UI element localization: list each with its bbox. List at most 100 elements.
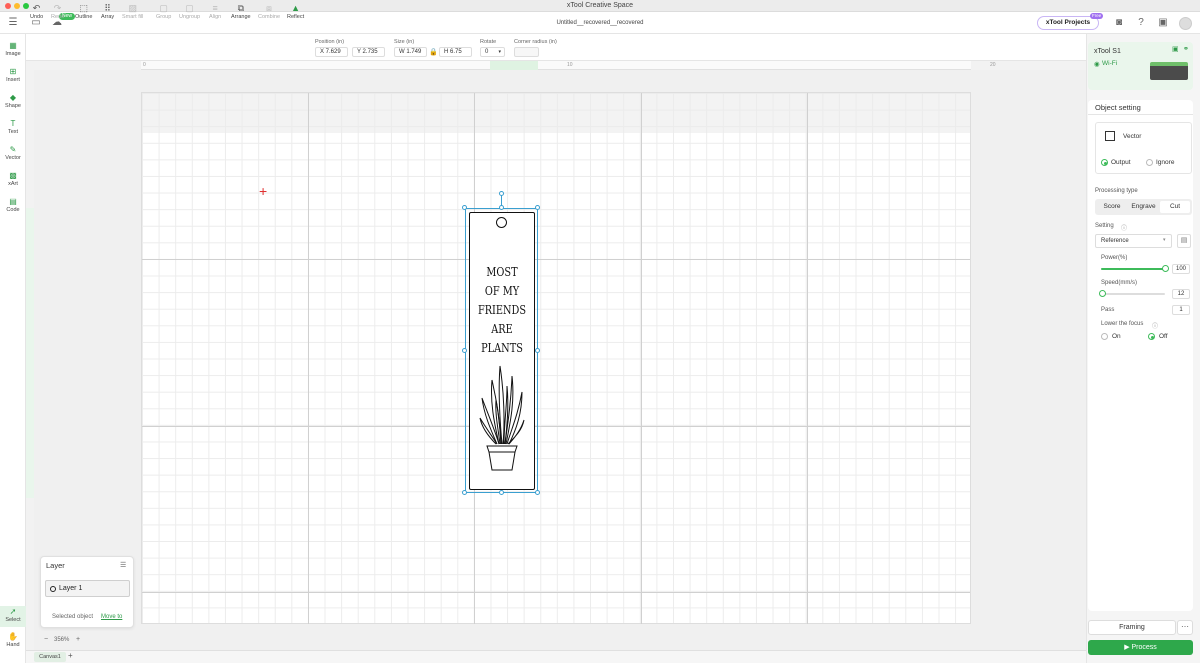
divider [1088, 114, 1193, 115]
ruler-mark: 20 [990, 62, 996, 68]
laser-device-image [1150, 62, 1188, 80]
processing-cut-option[interactable]: Cut [1160, 201, 1190, 213]
power-value-input[interactable]: 100 [1172, 264, 1190, 274]
ruler-mark: 10 [567, 62, 573, 68]
sidebar-item-xart[interactable]: ▩ xArt [0, 171, 26, 187]
device-settings-icon[interactable]: ▣ [1172, 45, 1179, 53]
vector-object-icon [1105, 131, 1115, 141]
lower-focus-info-icon[interactable]: ⓘ [1152, 321, 1158, 330]
combine-button[interactable]: ⧈ Combine [258, 2, 280, 20]
zoom-in-button[interactable]: + [76, 636, 80, 643]
pass-value-input[interactable]: 1 [1172, 305, 1190, 315]
layer-visibility-icon[interactable] [50, 586, 56, 592]
resize-handle-e[interactable] [535, 348, 540, 353]
outline-button[interactable]: ⬚ Outline [75, 2, 92, 20]
lock-ratio-icon[interactable]: 🔒 [429, 48, 438, 56]
resize-handle-nw[interactable] [462, 205, 467, 210]
ignore-label: Ignore [1156, 159, 1175, 166]
group-button[interactable]: ▢ Group [156, 2, 171, 20]
code-icon: ▤ [9, 197, 17, 206]
grid-line [142, 426, 970, 427]
layer-name: Layer 1 [59, 585, 83, 592]
undo-button[interactable]: ↶ Undo [30, 2, 43, 20]
camera-icon[interactable]: ◙ [1113, 17, 1125, 29]
processing-score-option[interactable]: Score [1097, 201, 1127, 213]
xtool-projects-button[interactable]: xTool Projects [1037, 16, 1099, 30]
tool-hand[interactable]: ✋ Hand [0, 632, 26, 648]
resize-handle-se[interactable] [535, 490, 540, 495]
redo-button[interactable]: ↷ Redo [51, 2, 64, 20]
arrange-icon: ⧉ [237, 3, 244, 13]
laser-position-crosshair-icon: + [259, 183, 268, 199]
sidebar-item-vector[interactable]: ✎ Vector [0, 145, 26, 161]
work-area[interactable] [141, 92, 971, 624]
more-options-button[interactable]: ⋯ [1177, 620, 1193, 635]
sidebar-item-insert[interactable]: ⊞ Insert [0, 67, 26, 83]
ungroup-button[interactable]: ▢ Ungroup [179, 2, 200, 20]
speed-value-input[interactable]: 12 [1172, 289, 1190, 299]
avatar[interactable] [1179, 17, 1192, 30]
process-button[interactable]: ▶ Process [1088, 640, 1193, 655]
help-icon[interactable]: ? [1135, 17, 1147, 29]
sidebar-item-shape[interactable]: ◆ Shape [0, 93, 26, 109]
corner-radius-input[interactable] [514, 47, 539, 57]
layer-row[interactable] [45, 580, 130, 597]
processing-engrave-option[interactable]: Engrave [1128, 201, 1159, 213]
sidebar-item-code[interactable]: ▤ Code [0, 197, 26, 213]
size-label: Size (in) [394, 39, 415, 45]
grid-line [308, 93, 309, 624]
resize-handle-w[interactable] [462, 348, 467, 353]
tab-canvas1[interactable]: Canvas1 [34, 652, 66, 662]
store-icon[interactable]: ▣ [1157, 17, 1169, 29]
redo-icon: ↷ [53, 3, 62, 13]
size-width-input[interactable]: W 1.749 [394, 47, 427, 57]
tool-select[interactable]: ➚ Select [0, 606, 26, 627]
sidebar-item-text[interactable]: T Text [0, 119, 26, 135]
speed-slider-track[interactable] [1101, 293, 1165, 295]
outline-icon: ⬚ [79, 3, 88, 13]
framing-button[interactable]: Framing [1088, 620, 1176, 635]
resize-handle-s[interactable] [499, 490, 504, 495]
document-title[interactable]: Untitled__recovered__recovered [0, 20, 1200, 26]
ruler-selection-highlight [490, 61, 538, 70]
zoom-out-button[interactable]: − [44, 636, 48, 643]
position-y-input[interactable]: Y 2.735 [352, 47, 385, 57]
ignore-radio[interactable] [1146, 159, 1153, 166]
array-icon: ⠿ [104, 3, 111, 13]
zoom-level[interactable]: 356% [54, 637, 69, 643]
rotate-handle[interactable] [499, 191, 504, 196]
move-to-link[interactable]: Move to [101, 614, 122, 620]
layer-settings-icon[interactable]: ☰ [120, 561, 126, 569]
pass-label: Pass [1101, 307, 1115, 313]
rotate-label: Rotate [480, 39, 497, 45]
array-button[interactable]: ⠿ Array [101, 2, 114, 20]
focus-on-radio[interactable] [1101, 333, 1108, 340]
setting-info-icon[interactable]: ⓘ [1121, 223, 1127, 232]
focus-off-label: Off [1159, 333, 1168, 340]
material-library-icon[interactable]: ▤ [1177, 234, 1191, 248]
output-radio[interactable] [1101, 159, 1108, 166]
selection-box [465, 208, 538, 493]
sidebar-collapse-strip[interactable] [26, 208, 34, 498]
rotate-input[interactable]: 0 ▾ [480, 47, 505, 57]
speed-slider-knob[interactable] [1098, 290, 1106, 297]
setting-label: Setting [1095, 223, 1114, 229]
focus-off-radio[interactable] [1148, 333, 1155, 340]
object-type-label: Vector [1123, 133, 1142, 140]
position-x-input[interactable]: X 7.629 [315, 47, 348, 57]
grid-line [807, 93, 808, 624]
resize-handle-n[interactable] [499, 205, 504, 210]
size-height-input[interactable]: H 6.75 [439, 47, 472, 57]
arrange-button[interactable]: ⧉ Arrange [231, 2, 251, 20]
sidebar-item-image[interactable]: ▦ Image [0, 41, 26, 57]
output-label: Output [1111, 159, 1131, 166]
reflect-button[interactable]: ▲ Reflect [287, 2, 304, 20]
group-icon: ▢ [159, 3, 168, 13]
resize-handle-sw[interactable] [462, 490, 467, 495]
power-slider-knob[interactable] [1161, 265, 1169, 272]
device-link-icon[interactable]: ⚭ [1183, 45, 1189, 53]
align-button[interactable]: ≡ Align [209, 2, 221, 20]
smart-fill-button[interactable]: ▨ Smart fill [122, 2, 143, 20]
add-canvas-button[interactable]: + [68, 651, 73, 660]
resize-handle-ne[interactable] [535, 205, 540, 210]
